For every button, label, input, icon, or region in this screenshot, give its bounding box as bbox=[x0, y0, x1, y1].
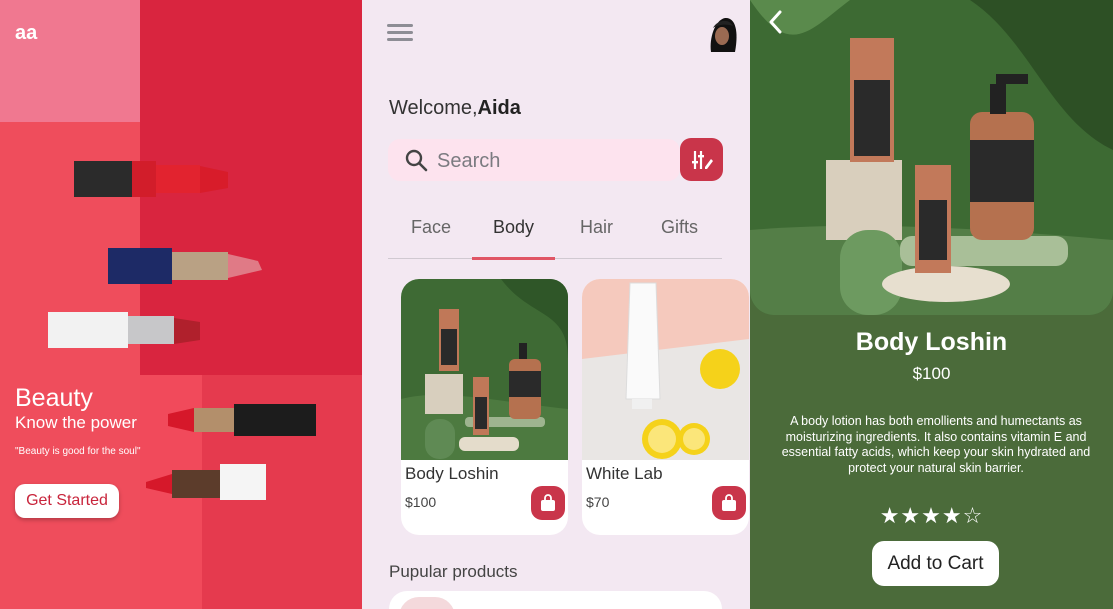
filter-button[interactable] bbox=[680, 138, 723, 181]
product-image bbox=[401, 279, 568, 460]
add-to-bag-button[interactable] bbox=[531, 486, 565, 520]
get-started-button[interactable]: Get Started bbox=[15, 484, 119, 518]
tab-hair[interactable]: Hair bbox=[580, 217, 613, 238]
product-title: Body Loshin bbox=[855, 328, 1008, 356]
product-detail-image bbox=[750, 0, 1113, 315]
rating-stars[interactable]: ★★★★☆ bbox=[750, 504, 1113, 529]
product-card[interactable]: Body Loshin $100 bbox=[401, 279, 568, 535]
search-placeholder: Search bbox=[437, 150, 501, 172]
menu-icon[interactable] bbox=[387, 22, 413, 42]
tab-gifts[interactable]: Gifts bbox=[661, 217, 698, 238]
shopping-bag-icon bbox=[541, 494, 555, 511]
product-description: A body lotion has both emollients and hu… bbox=[781, 414, 1091, 475]
back-arrow-icon[interactable] bbox=[768, 10, 782, 34]
search-icon bbox=[405, 149, 428, 172]
shopping-bag-icon bbox=[722, 494, 736, 511]
add-to-bag-button[interactable] bbox=[712, 486, 746, 520]
search-input[interactable]: Search bbox=[388, 139, 680, 181]
welcome-text: Welcome,Aida bbox=[389, 97, 521, 120]
add-to-cart-button[interactable]: Add to Cart bbox=[872, 541, 999, 586]
product-price: $100 bbox=[405, 494, 437, 510]
popular-products-title: Pupular products bbox=[389, 562, 518, 581]
user-name: Aida bbox=[477, 97, 521, 119]
tab-face[interactable]: Face bbox=[411, 217, 451, 238]
hero-title: Beauty bbox=[15, 384, 93, 412]
filter-icon bbox=[692, 151, 713, 169]
avatar-image bbox=[705, 12, 739, 52]
product-name: White Lab bbox=[586, 464, 663, 483]
product-price: $100 bbox=[912, 364, 951, 383]
product-price: $70 bbox=[586, 494, 610, 510]
app-logo: aa bbox=[15, 22, 38, 44]
hero-quote: "Beauty is good for the soul" bbox=[15, 446, 141, 457]
category-tabs: Face Body Hair Gifts bbox=[388, 215, 722, 260]
popular-product-card[interactable] bbox=[389, 591, 722, 609]
product-detail-screen: Body Loshin $100 A body lotion has both … bbox=[750, 0, 1113, 609]
active-tab-indicator bbox=[472, 257, 555, 260]
splash-screen: aa Beauty Know the power "Beauty is good… bbox=[0, 0, 362, 609]
welcome-prefix: Welcome, bbox=[389, 97, 478, 119]
product-card[interactable]: White Lab $70 bbox=[582, 279, 749, 535]
home-screen: Welcome,Aida Search Face Body Hair Gifts bbox=[362, 0, 750, 609]
tab-body[interactable]: Body bbox=[493, 217, 534, 238]
product-image bbox=[582, 279, 749, 460]
avatar[interactable] bbox=[705, 12, 739, 52]
popular-product-thumbnail bbox=[399, 597, 455, 609]
product-name: Body Loshin bbox=[405, 464, 499, 483]
hero-subtitle: Know the power bbox=[15, 413, 137, 432]
